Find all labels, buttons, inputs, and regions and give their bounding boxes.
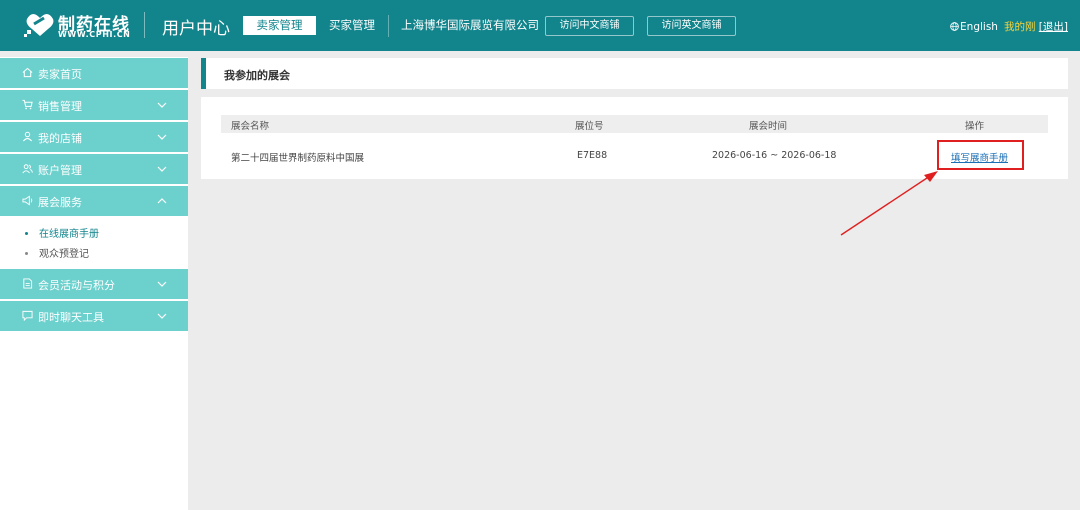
sidebar-item-label: 销售管理 [38,100,82,113]
sidebar: 卖家首页 销售管理 我的店铺 账户管理 展会服务 在线展商手册 观众预登记 会员… [0,57,188,510]
section-title: 我参加的展会 [224,69,290,82]
sidebar-item-label: 会员活动与积分 [38,279,115,292]
chevron-down-icon [157,313,167,319]
sidebar-item-label: 卖家首页 [38,68,82,81]
header-user-area: English 我的刚 [退出] [950,19,1068,34]
chevron-down-icon [157,166,167,172]
top-header: 制药在线 WWW.CPHI.CN 用户中心 卖家管理 买家管理 上海博华国际展览… [0,0,1080,51]
column-header-time: 展会时间 [749,121,788,132]
table-header: 展会名称 展位号 展会时间 操作 [221,115,1048,133]
document-icon [23,278,33,289]
megaphone-icon [22,195,33,206]
sidebar-item-member-activities[interactable]: 会员活动与积分 [0,269,188,299]
home-icon [22,67,33,78]
users-icon [22,164,33,174]
sidebar-item-my-store[interactable]: 我的店铺 [0,122,188,152]
sidebar-item-label: 账户管理 [38,164,82,177]
sidebar-subitem-visitor-preregistration[interactable]: 观众预登记 [25,245,89,260]
username[interactable]: 我的刚 [1004,21,1036,33]
visit-chinese-shop-button[interactable]: 访问中文商铺 [545,16,634,36]
page-title: 用户中心 [162,19,230,39]
nav-company-name[interactable]: 上海博华国际展览有限公司 [401,16,539,35]
logo-pill-icon [24,13,54,37]
cell-exhibition-name: 第二十四届世界制药原料中国展 [231,153,365,164]
sidebar-item-seller-home[interactable]: 卖家首页 [0,58,188,88]
person-icon [22,131,33,142]
sidebar-item-label: 即时聊天工具 [38,311,104,324]
chat-icon [22,310,33,321]
nav-buyer-management[interactable]: 买家管理 [323,16,381,35]
sidebar-item-exhibition-services[interactable]: 展会服务 [0,186,188,216]
nav-seller-management[interactable]: 卖家管理 [243,16,316,35]
chevron-down-icon [157,281,167,287]
visit-english-shop-button[interactable]: 访问英文商铺 [647,16,736,36]
logo[interactable]: 制药在线 WWW.CPHI.CN [24,10,134,42]
column-header-action: 操作 [965,121,985,132]
table-row: 第二十四届世界制药原料中国展 E7E88 2026-06-16 ~ 2026-0… [221,147,1048,165]
sidebar-item-sales[interactable]: 销售管理 [0,90,188,120]
cell-exhibition-time: 2026-06-16 ~ 2026-06-18 [712,150,837,161]
annotation-arrow [840,171,938,236]
column-header-name: 展会名称 [231,121,270,132]
sidebar-item-instant-chat[interactable]: 即时聊天工具 [0,301,188,331]
sidebar-item-label: 我的店铺 [38,132,82,145]
bullet-dot [25,252,28,255]
chevron-up-icon [157,198,167,204]
bullet-dot [25,232,28,235]
sidebar-subitem-exhibitor-manual[interactable]: 在线展商手册 [25,225,99,240]
subitem-label: 在线展商手册 [39,229,99,240]
cart-icon [22,99,33,110]
chevron-down-icon [157,134,167,140]
cell-booth-number: E7E88 [577,150,608,161]
chevron-down-icon [157,102,167,108]
language-switch[interactable]: English [960,21,998,33]
subitem-label: 观众预登记 [39,249,89,260]
nav-separator [388,15,389,37]
annotation-highlight-box [937,140,1024,170]
logo-url: WWW.CPHI.CN [58,30,131,39]
globe-icon [950,22,959,31]
column-header-booth: 展位号 [575,121,604,132]
sidebar-item-account[interactable]: 账户管理 [0,154,188,184]
logout-link[interactable]: [退出] [1039,21,1068,33]
sidebar-item-label: 展会服务 [38,196,82,209]
header-divider [144,12,145,38]
section-title-bar: 我参加的展会 [201,58,1068,89]
